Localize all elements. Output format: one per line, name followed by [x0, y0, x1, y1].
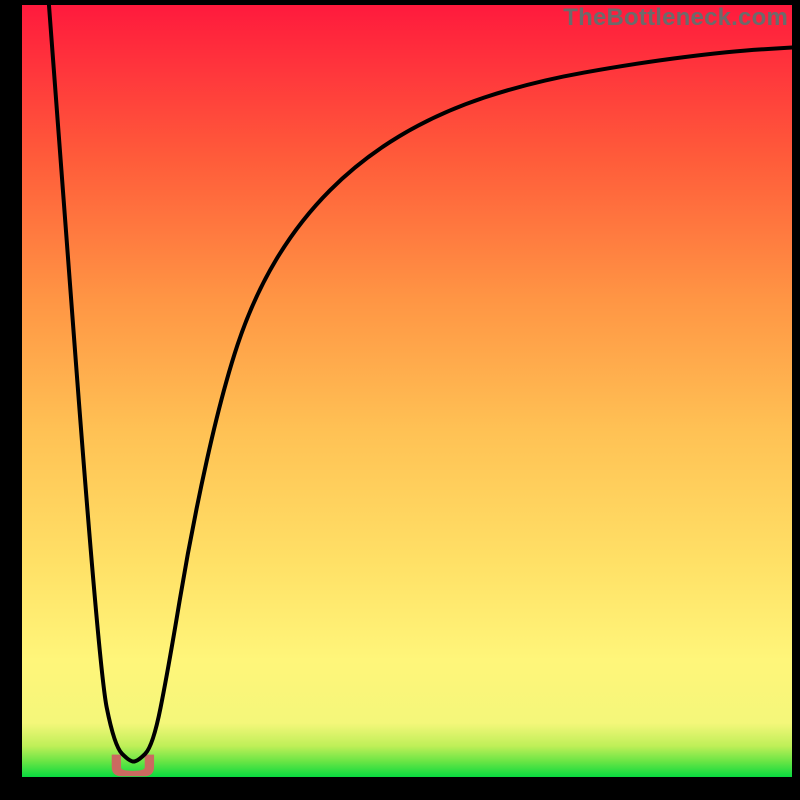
gradient-background: [22, 5, 792, 777]
chart-frame: TheBottleneck.com: [0, 0, 800, 800]
plot-area: [22, 5, 792, 777]
chart-svg: [22, 5, 792, 777]
watermark-text: TheBottleneck.com: [563, 4, 788, 32]
